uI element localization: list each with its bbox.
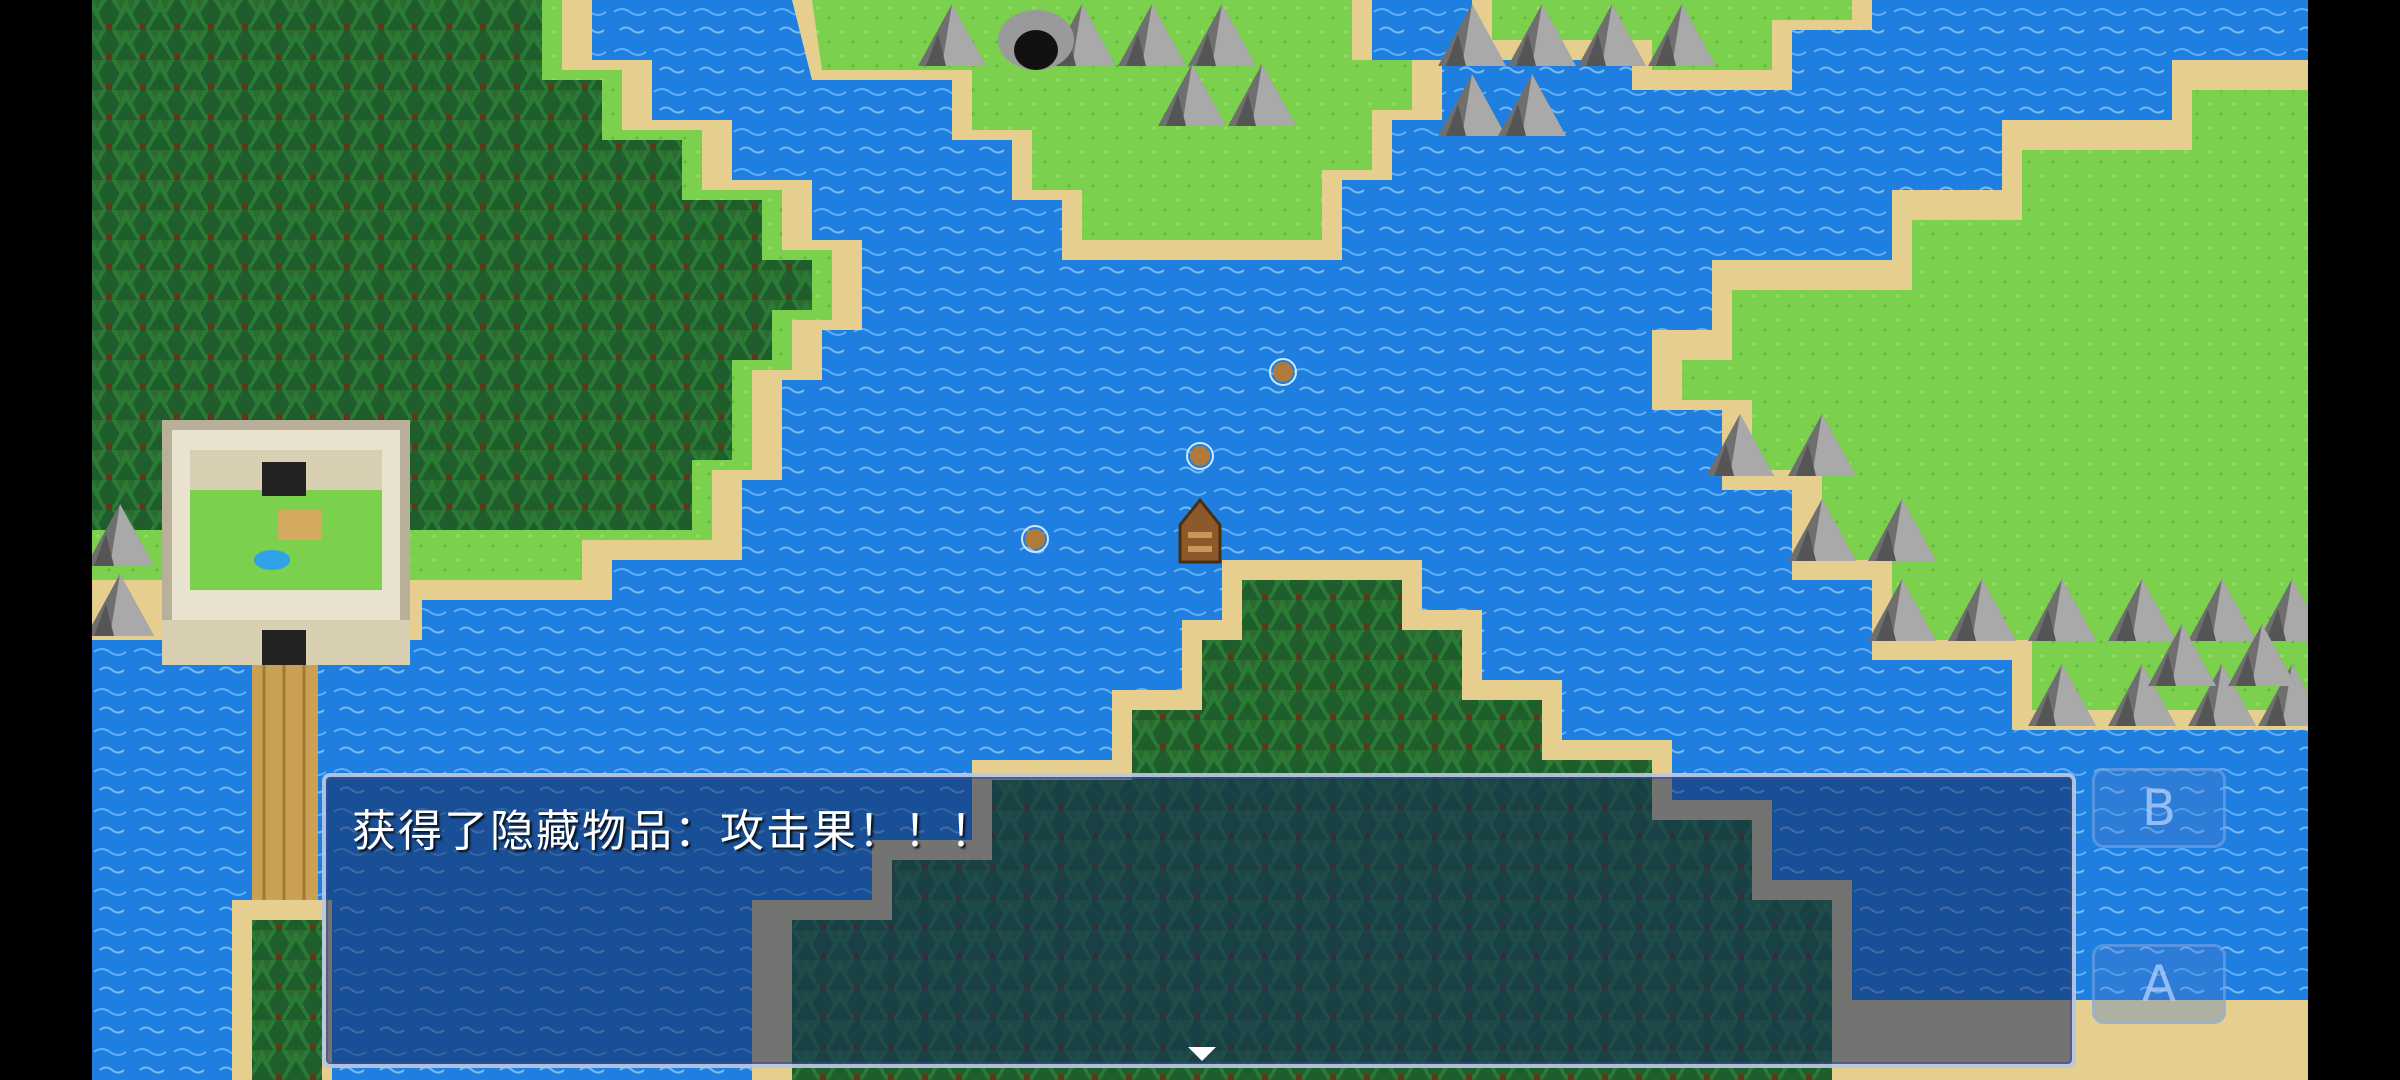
message-text: 获得了隐藏物品：攻击果！！！ xyxy=(352,806,996,857)
a-button[interactable]: A xyxy=(2092,944,2226,1024)
floating-barrel-1 xyxy=(1269,358,1297,386)
b-button[interactable]: B xyxy=(2092,768,2226,848)
cave xyxy=(998,10,1074,70)
floating-barrel-3 xyxy=(1021,525,1049,553)
town xyxy=(162,420,410,665)
a-button-label: A xyxy=(2141,955,2177,1013)
world-map[interactable]: 获得了隐藏物品：攻击果！！！ B A xyxy=(92,0,2308,1080)
message-window[interactable]: 获得了隐藏物品：攻击果！！！ xyxy=(322,773,2076,1068)
floating-barrel-2 xyxy=(1186,442,1214,470)
down-triangle-icon xyxy=(1188,1047,1216,1061)
b-button-label: B xyxy=(2141,779,2177,837)
